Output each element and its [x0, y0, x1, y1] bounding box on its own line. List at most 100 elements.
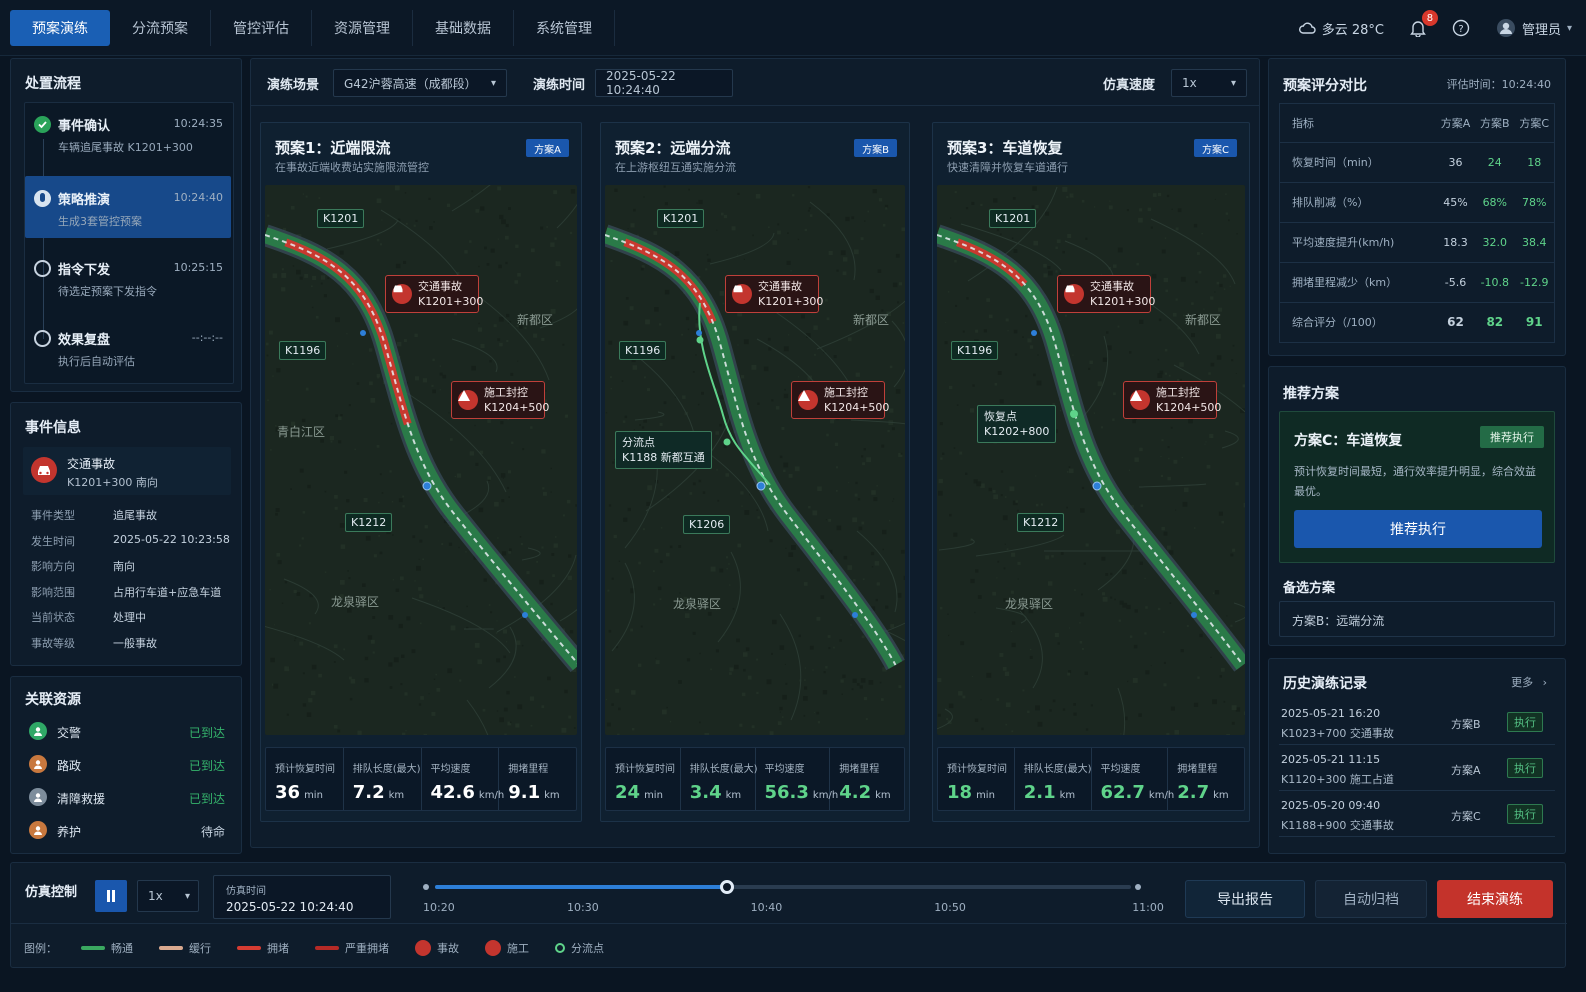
top-right-tools: 多云 28°C 8 ? 管理员 ▾	[1298, 10, 1572, 46]
legend-item: 施工	[485, 940, 529, 956]
event-name: 交通事故	[67, 457, 116, 471]
stat-value-wrap: 42.6 km/h	[431, 782, 505, 803]
resource-item-1[interactable]: 路政 已到达	[21, 748, 231, 780]
legend-item: 严重拥堵	[315, 940, 389, 956]
milestone-label: K1196	[951, 341, 999, 360]
recommend-execute-button[interactable]: 推荐执行	[1294, 510, 1542, 548]
plan-title: 预案2：远端分流	[615, 139, 731, 157]
construction-marker[interactable]: 施工封控 K1204+500	[791, 381, 889, 419]
police-icon	[29, 722, 47, 740]
plan-map[interactable]: K1201 K1196 K1212 交通事故 K1201+300 施工封控 K1204+50…	[937, 185, 1245, 735]
plan-stats: 预计恢复时间 36 min 排队长度(最大) 7.2 km 平均速度 42.6 km/h 拥堵里程…	[265, 747, 577, 811]
step-subtitle: 执行后自动评估	[58, 355, 135, 368]
sim-speed-select[interactable]: 1x ▾	[137, 880, 199, 912]
time-field[interactable]: 2025-05-22 10:24:40	[595, 69, 733, 97]
nav-tab-5[interactable]: 系统管理	[514, 10, 615, 46]
history-time: 2025-05-21 16:20	[1281, 707, 1381, 720]
compare-header-row: 指标 方案A 方案B 方案C	[1280, 104, 1554, 143]
history-item[interactable]: 2025-05-21 11:15 K1120+300 施工占道 方案A 执行	[1279, 747, 1555, 791]
nav-tab-1[interactable]: 分流预案	[110, 10, 211, 46]
resource-item-3[interactable]: 养护 待命	[21, 814, 231, 846]
loading-icon	[34, 190, 51, 207]
process-step-1[interactable]: 策略推演 10:24:40 生成3套管控预案	[25, 176, 231, 238]
construction-icon	[798, 390, 818, 410]
pause-button[interactable]	[95, 880, 127, 912]
process-step-3[interactable]: 效果复盘 --:--:-- 执行后自动评估	[25, 316, 231, 378]
legend-title: 图例：	[24, 942, 57, 955]
process-step-0[interactable]: 事件确认 10:24:35 车辆追尾事故 K1201+300	[25, 102, 231, 164]
timeline-handle[interactable]	[720, 880, 735, 894]
stat-label: 排队长度(最大)	[352, 764, 421, 775]
notification-button[interactable]: 8	[1410, 10, 1438, 37]
plan-stat-2: 平均速度 42.6 km/h	[422, 748, 504, 810]
timeline-tick-label: 10:30	[567, 901, 599, 914]
scenario-toolbar: 演练场景 G42沪蓉高速（成都段） ▾ 演练时间 2025-05-22 10:2…	[250, 58, 1260, 106]
history-exec-tag[interactable]: 执行	[1507, 712, 1543, 732]
tow-truck-icon	[29, 788, 47, 806]
history-exec-tag[interactable]: 执行	[1507, 758, 1543, 778]
history-desc: K1188+900 交通事故	[1281, 819, 1394, 832]
accident-marker-location: K1201+300	[1090, 295, 1156, 308]
stat-label: 平均速度	[1100, 764, 1141, 775]
resource-item-0[interactable]: 交警 已到达	[21, 715, 231, 747]
end-drill-button[interactable]: 结束演练	[1437, 880, 1553, 918]
history-item[interactable]: 2025-05-21 16:20 K1023+700 交通事故 方案B 执行	[1279, 701, 1555, 745]
user-menu[interactable]: 管理员 ▾	[1496, 18, 1572, 38]
construction-marker[interactable]: 施工封控 K1204+500	[451, 381, 549, 419]
plan-subtitle: 在上游枢纽互通实施分流	[615, 161, 736, 174]
nav-tab-0[interactable]: 预案演练	[10, 10, 110, 46]
construction-marker[interactable]: 施工封控 K1204+500	[1123, 381, 1221, 419]
stat-unit: km	[388, 790, 405, 801]
help-button[interactable]: ?	[1452, 19, 1470, 37]
plan-stat-0: 预计恢复时间 36 min	[266, 748, 344, 810]
stat-label: 排队长度(最大)	[689, 764, 758, 775]
plan-card-0[interactable]: 预案1：近端限流 在事故近端收费站实施限流管控 方案A K1201 K1196 K1212…	[260, 122, 582, 822]
export-report-button[interactable]: 导出报告	[1185, 880, 1305, 918]
stat-value: 3.4	[689, 782, 722, 803]
history-more-label: 更多	[1511, 676, 1534, 689]
milestone-label: K1212	[345, 513, 393, 532]
stat-unit: km	[875, 790, 891, 801]
plan-subtitle: 快速清障并恢复车道通行	[947, 161, 1068, 174]
compare-cell: 62	[1435, 302, 1476, 343]
auto-archive-button[interactable]: 自动归档	[1315, 880, 1427, 918]
sim-speed-value: 1x	[148, 889, 163, 903]
scene-select[interactable]: G42沪蓉高速（成都段） ▾	[333, 69, 507, 97]
plan-stat-3: 拥堵里程 4.2 km	[830, 748, 904, 810]
resource-item-2[interactable]: 清障救援 已到达	[21, 781, 231, 813]
plan-map[interactable]: K1201 K1196 K1206 交通事故 K1201+300 施工封控 K1204+50…	[605, 185, 905, 735]
history-exec-tag[interactable]: 执行	[1507, 804, 1543, 824]
stat-value-wrap: 7.2 km	[353, 782, 404, 803]
plan-stat-1: 排队长度(最大) 3.4 km	[681, 748, 758, 810]
accident-marker[interactable]: 交通事故 K1201+300	[1057, 275, 1156, 313]
accident-marker[interactable]: 交通事故 K1201+300	[385, 275, 484, 313]
stat-label: 排队长度(最大)	[1023, 764, 1092, 775]
timeline-tick-label: 10:50	[934, 901, 966, 914]
nav-tab-3[interactable]: 资源管理	[312, 10, 413, 46]
accident-marker[interactable]: 交通事故 K1201+300	[725, 275, 824, 313]
pause-icon	[107, 890, 115, 902]
legend-line-swatch	[81, 946, 105, 950]
stat-value-wrap: 9.1 km	[508, 782, 559, 803]
speed-select[interactable]: 1x ▾	[1171, 69, 1247, 97]
accident-marker-title: 交通事故	[1090, 280, 1134, 293]
milestone-label: K1201	[989, 209, 1037, 228]
history-time: 2025-05-21 11:15	[1281, 753, 1381, 766]
accident-marker-location: K1201+300	[758, 295, 824, 308]
legend-label: 严重拥堵	[345, 942, 389, 955]
history-item[interactable]: 2025-05-20 09:40 K1188+900 交通事故 方案C 执行	[1279, 793, 1555, 837]
sim-timeline[interactable]: 10:20 10:30 10:40 10:50 11:00	[423, 877, 1164, 921]
resource-status: 已到达	[188, 759, 225, 773]
recommend-plan-name: 方案C：车道恢复	[1294, 433, 1403, 449]
accident-marker-location: K1201+300	[418, 295, 484, 308]
plan-map[interactable]: K1201 K1196 K1212 交通事故 K1201+300 施工封控 K1204+50…	[265, 185, 577, 735]
plan-card-2[interactable]: 预案3：车道恢复 快速清障并恢复车道通行 方案C K1201 K1196 K1212 交通事…	[932, 122, 1250, 822]
car-accident-icon	[31, 457, 57, 483]
process-step-2[interactable]: 指令下发 10:25:15 待选定预案下发指令	[25, 246, 231, 308]
nav-tab-4[interactable]: 基础数据	[413, 10, 514, 46]
sim-time-box: 仿真时间 2025-05-22 10:24:40	[213, 875, 391, 919]
plan-card-1[interactable]: 预案2：远端分流 在上游枢纽互通实施分流 方案B K1201 K1196 K1206 交通事…	[600, 122, 910, 822]
history-more-link[interactable]: 更多 ›	[1511, 674, 1547, 690]
nav-tab-2[interactable]: 管控评估	[211, 10, 312, 46]
alt-plan-item[interactable]: 方案B：远端分流	[1279, 601, 1555, 637]
